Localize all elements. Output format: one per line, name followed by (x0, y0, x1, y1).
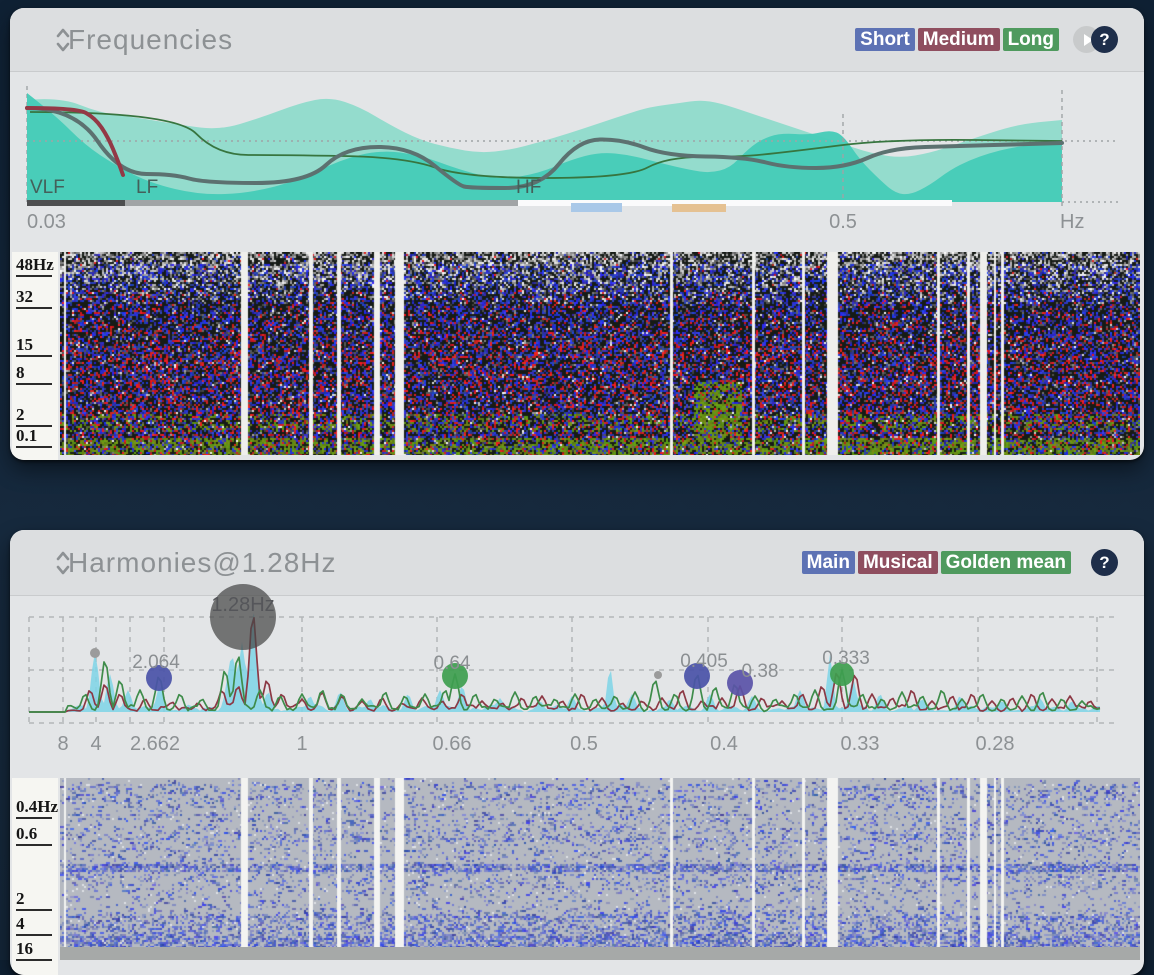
marker-label: 2.064 (132, 652, 180, 673)
legend-toggle-long[interactable]: Long (1003, 28, 1059, 52)
y-tick-2: 2 (16, 406, 52, 427)
marker-label: 0.405 (680, 651, 728, 672)
help-button[interactable]: ? (1091, 26, 1118, 53)
y-tick-8: 8 (16, 364, 52, 385)
y-tick-0p4hz: 0.4Hz (16, 798, 52, 819)
panel-title: Frequencies (68, 24, 233, 56)
y-tick-0p1: 0.1 (16, 427, 52, 448)
range-bar-lf-segment[interactable] (125, 200, 518, 206)
band-label-vlf: VLF (30, 177, 65, 198)
x-tick: 8 (57, 733, 68, 755)
x-tick: 0.28 (976, 733, 1015, 755)
legend-toggle-medium[interactable]: Medium (918, 28, 1000, 52)
range-marker-orange (672, 204, 726, 212)
range-bar-vlf-segment[interactable] (27, 200, 125, 206)
help-button[interactable]: ? (1091, 549, 1118, 576)
legend-toggle-golden-mean[interactable]: Golden mean (941, 551, 1071, 575)
frequencies-header: Frequencies Short Medium Long ? (10, 8, 1144, 72)
harmonics-chart: 1.28Hz 2.064 0.64 0.405 0.38 0.333 8 4 2… (10, 580, 1144, 765)
marker-label: 0.333 (822, 648, 870, 669)
y-tick-2: 2 (16, 890, 52, 911)
band-label-hf: HF (516, 177, 541, 198)
spectrogram-footer (60, 947, 1140, 960)
x-tick: 0.33 (841, 733, 880, 755)
x-tick: 0.66 (433, 733, 472, 755)
marker-label: 0.38 (742, 661, 779, 682)
y-tick-16: 16 (16, 940, 52, 961)
range-marker-blue (571, 203, 622, 212)
x-axis-unit: Hz (1060, 211, 1084, 233)
panel-title: Harmonies@1.28Hz (68, 547, 337, 579)
y-tick-48hz: 48Hz (16, 256, 52, 277)
spectrogram-y-axis: 0.4Hz 0.6 2 4 16 (12, 778, 58, 975)
minor-peak-dot (654, 671, 662, 679)
x-tick-min: 0.03 (27, 211, 66, 233)
main-peak-label: 1.28Hz (211, 594, 274, 616)
x-tick-0p5: 0.5 (829, 211, 857, 233)
y-tick-15: 15 (16, 336, 52, 357)
collapse-toggle-icon[interactable] (54, 548, 72, 578)
spectrogram-y-axis: 48Hz 32 15 8 2 0.1 (12, 252, 58, 460)
y-tick-32: 32 (16, 288, 52, 309)
x-tick: 0.4 (710, 733, 738, 755)
x-tick: 0.5 (570, 733, 598, 755)
legend-toggle-main[interactable]: Main (802, 551, 855, 575)
marker-label: 0.64 (434, 653, 471, 674)
hf-spectrogram (60, 252, 1140, 455)
x-tick: 1 (296, 733, 307, 755)
frequency-chart: VLF LF HF 0.03 0.5 Hz (10, 80, 1144, 238)
legend-toggle-musical[interactable]: Musical (858, 551, 938, 575)
collapse-toggle-icon[interactable] (54, 25, 72, 55)
minor-peak-dot (90, 648, 100, 658)
x-tick: 2.662 (130, 733, 180, 755)
frequencies-panel: Frequencies Short Medium Long ? VLF LF H… (10, 8, 1144, 460)
harmonics-spectrogram (60, 778, 1140, 947)
harmonics-x-axis: 8 4 2.662 1 0.66 0.5 0.4 0.33 0.28 (57, 733, 1014, 755)
x-tick: 4 (90, 733, 101, 755)
y-tick-4: 4 (16, 915, 52, 936)
band-label-lf: LF (136, 177, 158, 198)
y-tick-0p6: 0.6 (16, 825, 52, 846)
legend-toggle-short[interactable]: Short (855, 28, 915, 52)
harmonies-panel: Harmonies@1.28Hz Main Musical Golden mea… (10, 530, 1144, 975)
